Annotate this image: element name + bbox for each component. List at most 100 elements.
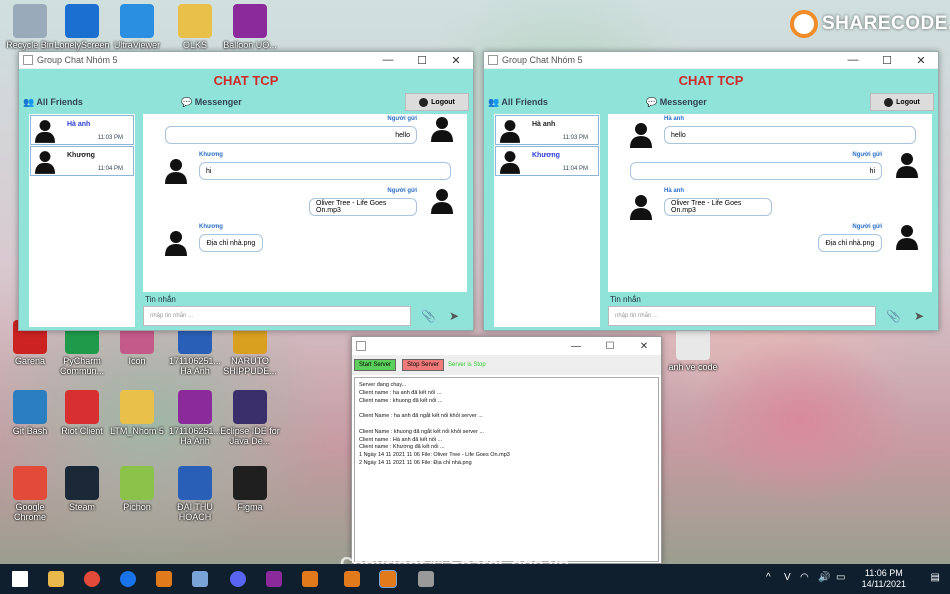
desktop-icon[interactable]: Riot Client <box>52 390 112 436</box>
message-sender: Người gửi <box>852 224 882 230</box>
message-bubble[interactable]: hello <box>664 126 916 144</box>
message-bubble[interactable]: Oliver Tree - Life Goes On.mp3 <box>309 198 417 216</box>
window-titlebar[interactable]: — ☐ ✕ <box>352 337 661 355</box>
desktop-icon-label: Steam <box>68 502 95 512</box>
zalo-icon[interactable] <box>120 571 136 587</box>
desktop-icon[interactable]: Figma <box>220 466 280 512</box>
desktop-icon[interactable]: Eclipse IDE for Java De... <box>220 390 280 446</box>
desktop-icon-label: ĐẠI THU HOẠCH <box>177 502 213 522</box>
desktop-icon[interactable]: LonelyScreen <box>52 4 112 50</box>
chrome-icon[interactable] <box>84 571 100 587</box>
avatar-icon <box>896 152 918 178</box>
file-explorer-icon[interactable] <box>48 571 64 587</box>
desktop-icon-label: Google Chrome <box>13 502 46 522</box>
desktop-app-icon <box>120 4 154 38</box>
server-status: Server is Stop <box>448 362 486 368</box>
discord-icon[interactable] <box>230 571 246 587</box>
tab-all-friends[interactable]: 👥 All Friends <box>488 97 548 108</box>
desktop-icon[interactable]: anh ve code <box>663 326 723 372</box>
desktop-icon[interactable]: Pichon <box>107 466 167 512</box>
message-item: Hà anh hello <box>608 116 932 150</box>
desktop-icon-label: Figma <box>237 502 263 512</box>
maximize-button[interactable]: ☐ <box>870 54 904 67</box>
tab-messenger[interactable]: 💬 Messenger <box>181 97 242 108</box>
stop-server-button[interactable]: Stop Server <box>402 359 444 371</box>
message-bubble[interactable]: hi <box>199 162 451 180</box>
desktop-icon[interactable]: OLKS <box>165 4 225 50</box>
volume-icon[interactable]: 🔊 <box>818 572 830 583</box>
minimize-button[interactable]: — <box>559 341 593 352</box>
wifi-icon[interactable]: ◠ <box>800 572 809 583</box>
message-bubble[interactable]: hi <box>630 162 882 180</box>
close-button[interactable]: ✕ <box>627 341 661 352</box>
logout-label: Logout <box>431 98 455 106</box>
message-sender: Khương <box>199 152 223 158</box>
desktop-icon[interactable]: Google Chrome <box>0 466 60 522</box>
java-icon[interactable] <box>344 571 360 587</box>
logout-button[interactable]: Logout <box>405 93 469 111</box>
clock[interactable]: 11:06 PM 14/11/2021 <box>862 568 906 590</box>
maximize-button[interactable]: ☐ <box>405 54 439 67</box>
message-sender: Người gửi <box>852 152 882 158</box>
tab-all-friends[interactable]: 👥 All Friends <box>23 97 83 108</box>
notification-icon[interactable]: ▤ <box>931 572 940 583</box>
app-icon[interactable] <box>192 571 208 587</box>
desktop-app-icon <box>233 390 267 424</box>
message-bubble[interactable]: hello <box>165 126 417 144</box>
windows-start-icon[interactable] <box>12 571 28 587</box>
tab-all-friends-label: All Friends <box>501 97 548 107</box>
window-titlebar[interactable]: Group Chat Nhóm 5 — ☐ ✕ <box>484 52 938 69</box>
window-titlebar[interactable]: Group Chat Nhóm 5 — ☐ ✕ <box>19 52 473 69</box>
desktop-icon[interactable]: Recycle Bin <box>0 4 60 50</box>
friend-item[interactable]: Khương 11:04 PM <box>30 146 134 176</box>
attach-file-icon[interactable]: 📎 <box>421 309 436 323</box>
message-bubble[interactable]: Địa chỉ nhà.png <box>818 234 882 252</box>
java-app-icon <box>23 55 33 65</box>
desktop-app-icon <box>13 466 47 500</box>
taskbar: ^ V ◠ 🔊 ▭ 11:06 PM 14/11/2021 ▤ <box>0 564 950 594</box>
desktop-icon-label: UltraViewer <box>113 40 161 50</box>
message-item: Hà anh Oliver Tree - Life Goes On.mp3 <box>608 188 932 222</box>
tray-chevron-icon[interactable]: ^ <box>766 572 771 583</box>
server-window[interactable]: — ☐ ✕ Start Server Stop Server Server is… <box>351 336 662 564</box>
close-button[interactable]: ✕ <box>904 54 938 67</box>
logout-button[interactable]: Logout <box>870 93 934 111</box>
winrar-icon[interactable] <box>266 571 282 587</box>
start-server-button[interactable]: Start Server <box>354 359 396 371</box>
message-bubble[interactable]: Oliver Tree - Life Goes On.mp3 <box>664 198 772 216</box>
desktop-icon[interactable]: 171106251... Hà Anh <box>165 390 225 446</box>
app-icon[interactable] <box>418 571 434 587</box>
desktop-icon[interactable]: LTM_Nhom 5 <box>107 390 167 436</box>
message-item: Người gửi hi <box>608 152 932 186</box>
tab-messenger[interactable]: 💬 Messenger <box>646 97 707 108</box>
friend-time: 11:04 PM <box>97 166 123 172</box>
java-icon[interactable] <box>379 570 397 588</box>
logout-label: Logout <box>896 98 920 106</box>
message-input[interactable]: nhập tin nhắn ... <box>608 306 876 326</box>
send-icon[interactable]: ➤ <box>449 309 459 323</box>
desktop-app-icon <box>13 4 47 38</box>
desktop-icon[interactable]: UltraViewer <box>107 4 167 50</box>
minimize-button[interactable]: — <box>836 54 870 66</box>
friend-item[interactable]: Hà anh 11:03 PM <box>30 115 134 145</box>
message-input[interactable]: nhập tin nhắn ... <box>143 306 411 326</box>
friend-item[interactable]: Khương 11:04 PM <box>495 146 599 176</box>
chat-window-2[interactable]: Group Chat Nhóm 5 — ☐ ✕ CHAT TCP 👥 All F… <box>483 51 939 331</box>
friend-item[interactable]: Hà anh 11:03 PM <box>495 115 599 145</box>
java-icon[interactable] <box>302 571 318 587</box>
app-icon[interactable] <box>156 571 172 587</box>
close-button[interactable]: ✕ <box>439 54 473 67</box>
attach-file-icon[interactable]: 📎 <box>886 309 901 323</box>
desktop-icon[interactable]: Steam <box>52 466 112 512</box>
desktop-icon[interactable]: Balloon UO... <box>220 4 280 50</box>
battery-icon[interactable]: ▭ <box>836 572 845 583</box>
desktop-icon-label: LTM_Nhom 5 <box>110 426 164 436</box>
desktop-icon[interactable]: Git Bash <box>0 390 60 436</box>
message-bubble[interactable]: Địa chỉ nhà.png <box>199 234 263 252</box>
send-icon[interactable]: ➤ <box>914 309 924 323</box>
maximize-button[interactable]: ☐ <box>593 341 627 352</box>
desktop-icon[interactable]: ĐẠI THU HOẠCH <box>165 466 225 522</box>
tray-app-icon[interactable]: V <box>784 572 791 583</box>
minimize-button[interactable]: — <box>371 54 405 66</box>
